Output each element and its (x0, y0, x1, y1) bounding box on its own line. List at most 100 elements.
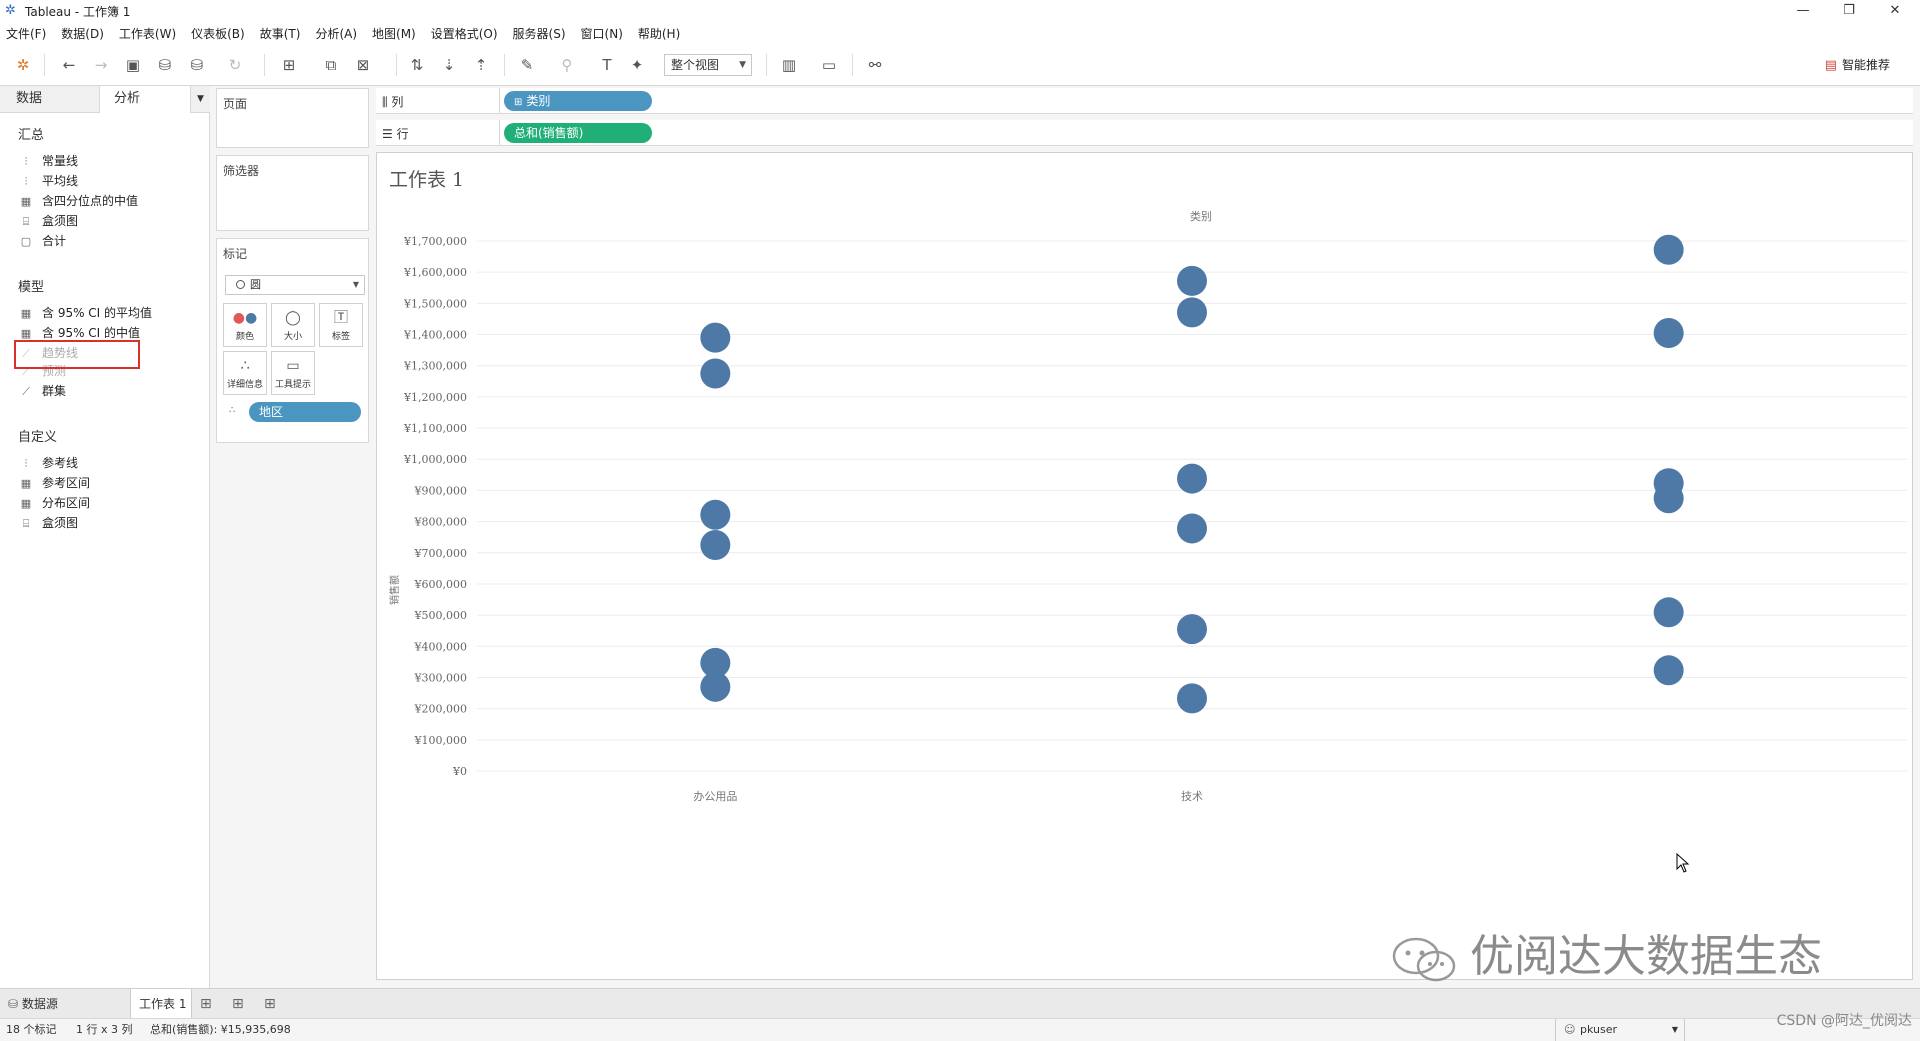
data-point[interactable] (1177, 265, 1207, 296)
new-sheet-icon[interactable]: ⊞ (278, 54, 300, 76)
status-bar: 18 个标记 1 行 x 3 列 总和(销售额): ¥15,935,698 ☺ … (0, 1018, 1920, 1041)
redo-icon[interactable]: → (90, 54, 112, 76)
rows-shelf[interactable]: ☰ 行 总和(销售额) (376, 120, 1913, 146)
tab-analytics[interactable]: 分析 (100, 86, 190, 113)
tableau-home-icon[interactable]: ✲ (12, 54, 34, 76)
refresh-icon[interactable]: ↻ (224, 54, 246, 76)
sort-ascending-icon[interactable]: ⇣ (438, 54, 460, 76)
y-axis-label: 销售额 (388, 575, 401, 605)
analytics-item-distribution-band[interactable]: ▦ 分布区间 (18, 494, 90, 512)
menu-dashboard[interactable]: 仪表板(B) (191, 25, 245, 42)
show-me-button[interactable]: ▤ 智能推荐 (1825, 54, 1890, 76)
label-button[interactable]: 🅃 标签 (319, 303, 363, 347)
pause-update-icon[interactable]: ⛁ (186, 54, 208, 76)
data-point[interactable] (700, 671, 731, 702)
rows-icon: ☰ (382, 127, 393, 141)
menu-format[interactable]: 设置格式(O) (431, 25, 498, 42)
quartiles-icon: ▦ (20, 195, 32, 208)
analytics-item-median-quartiles[interactable]: ▦ 含四分位点的中值 (18, 192, 138, 210)
data-point[interactable] (700, 529, 731, 560)
analytics-item-box-plot-custom[interactable]: ⌸ 盒须图 (18, 514, 78, 532)
data-point[interactable] (700, 358, 731, 389)
color-button[interactable]: ●● 颜色 (223, 303, 267, 347)
data-point[interactable] (1653, 483, 1684, 514)
menu-help[interactable]: 帮助(H) (638, 25, 680, 42)
menu-map[interactable]: 地图(M) (372, 25, 416, 42)
group-icon[interactable]: ⚲ (556, 54, 578, 76)
rows-pill-sum-sales[interactable]: 总和(销售额) (504, 123, 652, 143)
rows-shelf-label: ☰ 行 (382, 125, 409, 142)
analytics-item-average-line[interactable]: ⫶ 平均线 (18, 172, 78, 190)
detail-button[interactable]: ∴ 详细信息 (223, 351, 267, 395)
window-title: Tableau - 工作簿 1 (25, 4, 131, 19)
menu-file[interactable]: 文件(F) (6, 25, 46, 42)
data-point[interactable] (1177, 513, 1207, 544)
tooltip-button[interactable]: ▭ 工具提示 (271, 351, 315, 395)
minimize-button[interactable]: — (1780, 0, 1826, 22)
new-datasource-icon[interactable]: ⛁ (154, 54, 176, 76)
pin-axes-icon[interactable]: ✦ (626, 54, 648, 76)
analytics-item-reference-band[interactable]: ▦ 参考区间 (18, 474, 90, 492)
data-point[interactable] (700, 322, 731, 353)
share-icon[interactable]: ⚯ (864, 54, 886, 76)
pane-menu-icon[interactable]: ▼ (190, 86, 210, 112)
new-worksheet-icon[interactable]: ⊞ (200, 989, 212, 1019)
pane-tabs: 数据 分析 ▼ (0, 86, 210, 113)
detail-pill-region[interactable]: 地区 (249, 402, 361, 422)
presentation-mode-icon[interactable]: ▭ (818, 54, 840, 76)
toolbar-separator (264, 54, 265, 76)
menu-worksheet[interactable]: 工作表(W) (119, 25, 176, 42)
save-icon[interactable]: ▣ (122, 54, 144, 76)
analytics-item-cluster[interactable]: ⟋ 群集 (18, 382, 66, 400)
pages-shelf[interactable]: 页面 (216, 88, 369, 148)
size-icon: ◯ (285, 310, 301, 326)
user-dropdown[interactable]: ☺ pkuser ▼ (1555, 1019, 1685, 1041)
mark-type-dropdown[interactable]: 圆 ▼ (225, 275, 365, 295)
new-dashboard-icon[interactable]: ⊞ (232, 989, 244, 1019)
tab-data[interactable]: 数据 (0, 86, 100, 112)
analytics-item-totals[interactable]: ▢ 合计 (18, 232, 66, 250)
undo-icon[interactable]: ← (58, 54, 80, 76)
menu-window[interactable]: 窗口(N) (581, 25, 623, 42)
tableau-logo-icon: ✲ (5, 3, 16, 18)
data-point[interactable] (1653, 234, 1684, 265)
size-button[interactable]: ◯ 大小 (271, 303, 315, 347)
data-point[interactable] (1177, 297, 1207, 328)
datasource-tab[interactable]: ⛁ 数据源 (8, 989, 58, 1019)
new-story-icon[interactable]: ⊞ (264, 989, 276, 1019)
duplicate-sheet-icon[interactable]: ⧉ (320, 54, 342, 76)
sheet-tab-active[interactable]: 工作表 1 (130, 989, 192, 1019)
data-point[interactable] (1177, 614, 1207, 645)
swap-rows-columns-icon[interactable]: ⇅ (406, 54, 428, 76)
wechat-icon (1392, 937, 1456, 981)
menu-story[interactable]: 故事(T) (260, 25, 301, 42)
data-point[interactable] (700, 499, 731, 530)
close-button[interactable]: ✕ (1872, 0, 1918, 22)
show-cards-icon[interactable]: ▥ (778, 54, 800, 76)
sort-descending-icon[interactable]: ⇡ (470, 54, 492, 76)
analytics-item-constant-line[interactable]: ⫶ 常量线 (18, 152, 78, 170)
analytics-item-box-plot[interactable]: ⌸ 盒须图 (18, 212, 78, 230)
restore-button[interactable]: ❐ (1826, 0, 1872, 22)
chevron-down-icon: ▼ (739, 60, 746, 70)
data-point[interactable] (1653, 655, 1684, 686)
expand-icon: ⊞ (514, 97, 523, 108)
menu-analysis[interactable]: 分析(A) (315, 25, 357, 42)
data-point[interactable] (1653, 317, 1684, 348)
show-labels-icon[interactable]: T (596, 54, 618, 76)
menu-data[interactable]: 数据(D) (61, 25, 104, 42)
analytics-item-avg-ci[interactable]: ▦ 含 95% CI 的平均值 (18, 304, 152, 322)
clear-sheet-icon[interactable]: ⊠ (352, 54, 374, 76)
totals-icon: ▢ (20, 235, 32, 248)
fit-dropdown[interactable]: 整个视图 ▼ (664, 54, 752, 76)
columns-pill-category[interactable]: ⊞ 类别 (504, 91, 652, 111)
analytics-item-label: 盒须图 (42, 214, 79, 228)
menu-server[interactable]: 服务器(S) (513, 25, 566, 42)
analytics-item-reference-line[interactable]: ⫶ 参考线 (18, 454, 78, 472)
highlight-icon[interactable]: ✎ (516, 54, 538, 76)
data-point[interactable] (1177, 463, 1207, 494)
columns-shelf[interactable]: ⫼ 列 ⊞ 类别 (376, 88, 1913, 114)
data-point[interactable] (1653, 597, 1684, 628)
data-point[interactable] (1177, 683, 1207, 714)
filters-shelf[interactable]: 筛选器 (216, 155, 369, 231)
